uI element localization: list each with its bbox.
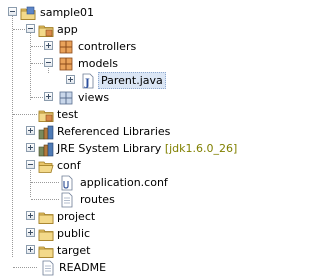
package-icon (59, 91, 73, 105)
collapse-toggle-icon[interactable] (26, 24, 35, 33)
collapse-toggle-icon[interactable] (44, 58, 53, 67)
expand-toggle-icon[interactable] (26, 211, 35, 220)
expand-toggle-icon[interactable] (26, 126, 35, 135)
tree-item-label: conf (57, 159, 81, 172)
package-icon (59, 57, 73, 71)
tree-item-readme[interactable]: README (0, 259, 243, 276)
tree-item-project[interactable]: project (0, 208, 243, 225)
expand-toggle-icon[interactable] (66, 75, 75, 84)
tree-item-label: models (78, 57, 118, 70)
tree-item-routes[interactable]: routes (0, 191, 243, 208)
tree-item-test[interactable]: test (0, 106, 243, 123)
folder-open-icon (38, 161, 54, 173)
project-icon (20, 6, 36, 20)
expand-toggle-icon[interactable] (26, 228, 35, 237)
tree-item-label: Parent.java (98, 72, 166, 89)
tree-item-label: test (57, 108, 79, 121)
library-icon (38, 125, 54, 140)
tree-item-controllers[interactable]: controllers (0, 38, 243, 55)
tree-item-conf[interactable]: conf (0, 157, 243, 174)
tree-item-label: README (59, 261, 107, 274)
project-explorer-tree: sample01 app controllers models J Parent… (0, 0, 243, 277)
jdk-version-decoration: [jdk1.6.0_26] (164, 142, 238, 155)
expand-toggle-icon[interactable] (44, 92, 53, 101)
tree-item-sample01[interactable]: sample01 (0, 4, 243, 21)
source-folder-icon (38, 110, 54, 122)
tree-item-label: controllers (78, 40, 137, 53)
conf-file-icon (61, 175, 73, 191)
collapse-toggle-icon[interactable] (26, 160, 35, 169)
tree-item-parent-java[interactable]: J Parent.java (0, 72, 243, 89)
folder-icon (38, 246, 54, 258)
expand-toggle-icon[interactable] (44, 41, 53, 50)
java-file-icon: J (82, 73, 94, 89)
tree-item-label: project (57, 210, 96, 223)
tree-item-app[interactable]: app (0, 21, 243, 38)
package-icon (59, 40, 73, 54)
tree-item-label: JRE System Library [jdk1.6.0_26] (57, 141, 237, 156)
tree-item-label: sample01 (40, 6, 94, 19)
file-icon (42, 260, 54, 276)
tree-item-label: app (57, 23, 78, 36)
tree-item-label-text: JRE System Library (57, 142, 162, 155)
library-icon (38, 142, 54, 157)
tree-item-application-conf[interactable]: application.conf (0, 174, 243, 191)
tree-item-target[interactable]: target (0, 242, 243, 259)
tree-item-public[interactable]: public (0, 225, 243, 242)
folder-icon (38, 229, 54, 241)
tree-item-referenced-libraries[interactable]: Referenced Libraries (0, 123, 243, 140)
collapse-toggle-icon[interactable] (8, 7, 17, 16)
expand-toggle-icon[interactable] (26, 245, 35, 254)
source-folder-icon (38, 25, 54, 37)
tree-item-label: public (57, 227, 91, 240)
tree-item-models[interactable]: models (0, 55, 243, 72)
tree-item-label: routes (80, 193, 115, 206)
file-icon (61, 192, 73, 208)
tree-item-jre-system-library[interactable]: JRE System Library [jdk1.6.0_26] (0, 140, 243, 157)
tree-item-label: Referenced Libraries (57, 125, 171, 138)
folder-icon (38, 212, 54, 224)
tree-item-label: views (78, 91, 110, 104)
tree-item-label: target (57, 244, 91, 257)
expand-toggle-icon[interactable] (26, 143, 35, 152)
tree-item-label: application.conf (80, 176, 168, 189)
svg-text:J: J (84, 78, 90, 89)
tree-item-views[interactable]: views (0, 89, 243, 106)
